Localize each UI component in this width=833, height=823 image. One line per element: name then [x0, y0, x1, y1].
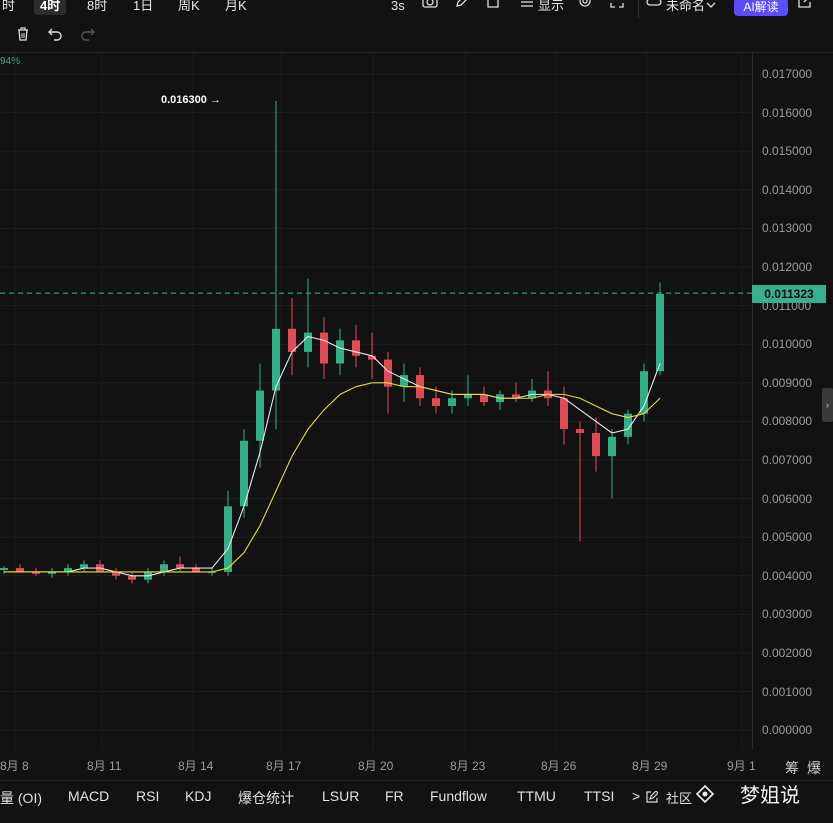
fullscreen-icon[interactable]: [610, 0, 624, 13]
current-price-tag: 0.011323: [752, 285, 826, 303]
tab-fr[interactable]: FR: [385, 788, 404, 804]
candle-body: [464, 394, 472, 399]
tab-liquidation-stats[interactable]: 爆仓统计: [238, 788, 294, 808]
side-panel-toggle[interactable]: ›: [822, 388, 833, 422]
tab-ttsi[interactable]: TTSI: [584, 788, 614, 804]
tf-hour[interactable]: 时: [2, 0, 15, 15]
document-icon[interactable]: [487, 0, 499, 13]
candle-body: [336, 340, 344, 364]
tab-lsur[interactable]: LSUR: [322, 788, 359, 804]
layout-name[interactable]: 未命名: [666, 0, 705, 15]
chevron-down-icon[interactable]: [706, 0, 716, 15]
list-icon: [520, 0, 534, 13]
y-tick-label: 0.000000: [762, 723, 813, 738]
tf-week[interactable]: 周K: [178, 0, 200, 15]
candle-body: [288, 328, 296, 352]
y-tick-label: 0.015000: [762, 144, 813, 159]
gear-icon[interactable]: [578, 0, 592, 13]
x-tick-label: 8月 26: [541, 759, 577, 773]
candle-body: [128, 575, 136, 580]
tf-4h[interactable]: 4时: [34, 0, 67, 15]
y-tick-label: 0.012000: [762, 260, 813, 274]
y-tick-label: 0.017000: [762, 67, 813, 81]
edit-icon[interactable]: [646, 790, 659, 806]
x-tick-label: 8月 17: [266, 759, 302, 773]
y-tick-label: 0.005000: [762, 530, 813, 545]
candle-body: [608, 436, 616, 457]
x-tick-label: 8月 20: [358, 759, 394, 773]
redo-icon: [80, 26, 98, 44]
peak-price-label: 0.016300 →: [161, 94, 221, 106]
display-menu[interactable]: 显示: [538, 0, 564, 15]
refresh-interval[interactable]: 3s: [391, 0, 405, 15]
candle-body: [304, 332, 312, 352]
tf-1d[interactable]: 1日: [133, 0, 153, 15]
camera-icon[interactable]: [422, 0, 438, 13]
candle-body: [224, 506, 232, 572]
chip-distribution-label[interactable]: 筹: [785, 758, 799, 778]
timeframe-bar: 时 4时 8时 1日 周K 月K 3s 显示 未命名 AI解读: [0, 0, 833, 18]
trash-icon[interactable]: [15, 26, 33, 44]
watermark-text: 梦姐说: [740, 785, 800, 807]
price-chart[interactable]: [0, 53, 752, 750]
tab-ttmu[interactable]: TTMU: [517, 788, 556, 804]
tab-macd[interactable]: MACD: [68, 788, 109, 804]
y-tick-label: 0.014000: [762, 182, 813, 197]
x-tick-label: 9月 1: [727, 759, 756, 773]
candle-body: [192, 568, 200, 572]
x-tick-label: 8月 11: [87, 759, 122, 773]
x-tick-label: 8月 23: [450, 759, 486, 773]
y-tick-label: 0.006000: [762, 491, 813, 506]
candle-body: [80, 564, 88, 569]
y-tick-label: 0.009000: [762, 375, 813, 390]
pencil-icon[interactable]: [455, 0, 469, 13]
candle-body: [576, 429, 584, 433]
y-tick-label: 0.007000: [762, 453, 813, 467]
tabs-more-button[interactable]: >: [632, 788, 640, 804]
candle-body: [560, 398, 568, 430]
candle-body: [432, 398, 440, 406]
candle-body: [16, 568, 24, 572]
candle-body: [176, 564, 184, 569]
liquidation-label[interactable]: 爆: [807, 758, 821, 778]
y-tick-label: 0.010000: [762, 337, 813, 352]
undo-icon[interactable]: [47, 26, 65, 44]
tab-volume-oi[interactable]: 量 (OI): [0, 788, 42, 808]
candle-body: [320, 332, 328, 364]
candle-body: [640, 371, 648, 414]
candle-body: [592, 432, 600, 457]
y-tick-label: 0.004000: [762, 568, 813, 583]
tab-fundflow[interactable]: Fundflow: [430, 788, 487, 804]
drawing-toolbar: [0, 18, 833, 53]
community-label[interactable]: 社区: [666, 788, 692, 807]
y-tick-label: 0.003000: [762, 607, 813, 622]
y-tick-label: 0.013000: [762, 221, 813, 236]
y-tick-label: 0.016000: [762, 105, 813, 120]
share-icon[interactable]: [798, 0, 812, 13]
ai-analysis-button[interactable]: AI解读: [734, 0, 788, 16]
tab-kdj[interactable]: KDJ: [185, 788, 211, 804]
cloud-icon: [646, 0, 662, 13]
x-tick-label: 8月 14: [178, 759, 214, 773]
y-tick-label: 0.002000: [762, 646, 813, 660]
candlestick-chart-svg[interactable]: [0, 53, 752, 750]
tf-8h[interactable]: 8时: [87, 0, 107, 15]
tab-rsi[interactable]: RSI: [136, 788, 159, 804]
tf-month[interactable]: 月K: [225, 0, 247, 15]
candle-body: [448, 398, 456, 406]
y-tick-label: 0.008000: [762, 414, 813, 429]
candle-body: [656, 294, 664, 372]
candle-body: [256, 390, 264, 441]
y-tick-label: 0.001000: [762, 684, 813, 699]
divider: [638, 0, 639, 18]
x-tick-label: 8月 29: [632, 759, 668, 773]
x-tick-label: 8月 8: [0, 759, 29, 773]
candle-body: [0, 568, 8, 571]
candle-body: [352, 340, 360, 356]
logo-icon: [695, 784, 715, 804]
